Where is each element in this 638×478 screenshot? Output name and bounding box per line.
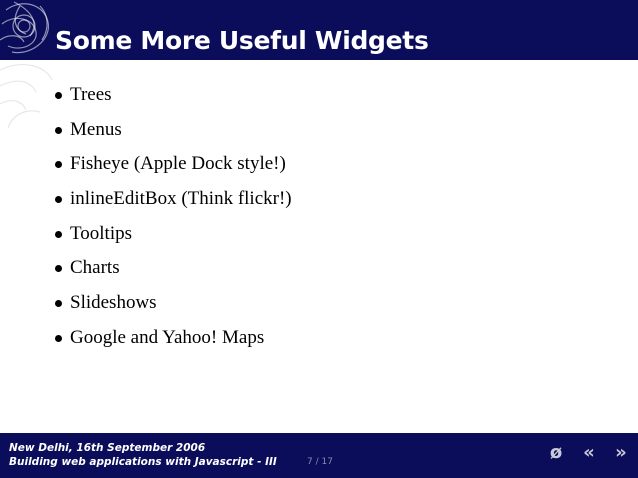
page-counter: 7 / 17 xyxy=(307,457,333,467)
toc-icon[interactable]: ø xyxy=(546,442,566,464)
bullet-text: Google and Yahoo! Maps xyxy=(70,326,265,348)
bullet-item: Slideshows xyxy=(52,290,292,325)
slide: Some More Useful Widgets Trees Menus Fis… xyxy=(0,0,638,478)
bullet-item: Menus xyxy=(52,117,292,152)
bullet-text: inlineEditBox (Think flickr!) xyxy=(70,188,292,210)
bullet-dot-icon xyxy=(55,230,62,238)
bullet-text: Tooltips xyxy=(70,222,133,244)
bullet-text: Slideshows xyxy=(70,292,157,314)
bullet-text: Menus xyxy=(70,118,122,140)
bullet-item: Tooltips xyxy=(52,221,292,256)
bullet-dot-icon xyxy=(55,196,62,204)
bullet-text: Fisheye (Apple Dock style!) xyxy=(70,153,286,175)
bullet-item: Charts xyxy=(52,255,292,290)
bullet-item: inlineEditBox (Think flickr!) xyxy=(52,186,292,221)
bullet-dot-icon xyxy=(55,161,62,169)
bullet-dot-icon xyxy=(55,265,62,273)
footer-bar: New Delhi, 16th September 2006 Building … xyxy=(0,433,638,478)
bullet-list: Trees Menus Fisheye (Apple Dock style!) … xyxy=(52,82,292,360)
bullet-dot-icon xyxy=(55,300,62,308)
bullet-text: Charts xyxy=(70,257,120,279)
bullet-dot-icon xyxy=(55,92,62,99)
bullet-item: Fisheye (Apple Dock style!) xyxy=(52,151,292,186)
bullet-dot-icon xyxy=(55,126,62,134)
footer-event-date: New Delhi, 16th September 2006 xyxy=(9,442,206,454)
bullet-dot-icon xyxy=(55,334,62,342)
bullet-item: Google and Yahoo! Maps xyxy=(52,325,292,360)
previous-icon[interactable]: « xyxy=(578,442,600,464)
slide-title: Some More Useful Widgets xyxy=(55,26,429,55)
bullet-item: Trees xyxy=(52,82,292,117)
next-icon[interactable]: » xyxy=(610,442,632,464)
footer-presentation-title: Building web applications with Javascrip… xyxy=(9,456,277,468)
bullet-text: Trees xyxy=(70,84,112,105)
